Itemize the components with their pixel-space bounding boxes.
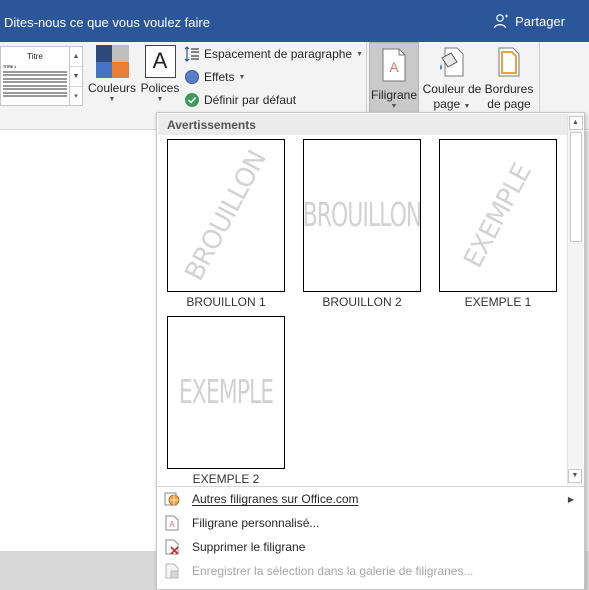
chevron-down-icon: ▼ — [390, 103, 398, 110]
menu-item-save-to-gallery: Enregistrer la sélection dans la galerie… — [158, 559, 584, 583]
effects-icon — [185, 70, 199, 84]
watermark-preview-text: BROUILLON — [179, 145, 273, 286]
chevron-down-icon: ▼ — [238, 73, 246, 81]
style-text-line — [3, 88, 67, 90]
page-borders-label-2: de page — [487, 97, 531, 111]
watermark-tile-brouillon-1[interactable]: BROUILLON BROUILLON 1 — [166, 139, 286, 309]
set-default-button[interactable]: Définir par défaut — [184, 92, 296, 108]
ribbon-separator — [366, 42, 367, 122]
theme-colors-icon — [95, 45, 129, 78]
scroll-down-arrow-icon[interactable]: ▼ — [70, 67, 82, 87]
style-text-line — [3, 91, 67, 94]
fonts-label: Polices — [140, 81, 180, 95]
watermark-dropdown: Avertissements BROUILLON BROUILLON 1 BRO… — [156, 112, 585, 590]
gallery-scrollbar[interactable]: ▲ ▼ — [567, 114, 583, 485]
watermark-gallery: BROUILLON BROUILLON 1 BROUILLON BROUILLO… — [158, 135, 567, 485]
style-heading-text: TITRE 1 — [3, 65, 17, 69]
check-circle-icon — [185, 93, 199, 107]
fonts-button[interactable]: A Polices ▼ — [140, 45, 180, 103]
menu-item-more-watermarks[interactable]: Autres filigranes sur Office.com ▶ — [158, 487, 584, 511]
page-color-label-1: Couleur de — [422, 82, 482, 96]
effects-button[interactable]: Effets ▼ — [184, 69, 245, 85]
theme-fonts-icon: A — [144, 45, 176, 78]
style-text-line — [3, 95, 67, 97]
watermark-menu: Autres filigranes sur Office.com ▶ A Fil… — [158, 486, 584, 583]
menu-item-label: Supprimer le filigrane — [192, 540, 306, 554]
share-button[interactable]: Partager — [493, 13, 565, 29]
style-gallery-scroll[interactable]: ▲ ▼ ▾ — [70, 46, 83, 106]
effects-label: Effets — [204, 70, 235, 84]
scroll-down-icon[interactable]: ▼ — [568, 469, 582, 483]
menu-item-label: Autres filigranes sur Office.com — [192, 492, 359, 506]
scrollbar-thumb[interactable] — [570, 132, 582, 242]
colors-button[interactable]: Couleurs ▼ — [88, 45, 136, 103]
title-bar: Dites-nous ce que vous voulez faire Part… — [0, 0, 589, 42]
page-color-button[interactable]: Couleur de page ▼ — [421, 46, 483, 114]
chevron-down-icon: ▼ — [356, 50, 364, 58]
tell-me-search[interactable]: Dites-nous ce que vous voulez faire — [4, 15, 210, 30]
chevron-down-icon: ▼ — [108, 96, 116, 103]
watermark-caption: BROUILLON 1 — [186, 295, 266, 309]
watermark-caption: EXEMPLE 1 — [464, 295, 532, 309]
watermark-caption: EXEMPLE 2 — [192, 472, 260, 485]
more-styles-icon[interactable]: ▾ — [70, 87, 82, 107]
svg-text:A: A — [169, 520, 175, 529]
menu-item-custom-watermark[interactable]: A Filigrane personnalisé... — [158, 511, 584, 535]
watermark-preview: EXEMPLE — [167, 316, 285, 469]
page-border-icon — [498, 47, 520, 77]
style-text-line — [3, 81, 67, 83]
style-set-gallery[interactable]: Titre TITRE 1 — [0, 46, 70, 106]
style-text-line — [3, 70, 67, 73]
watermark-tile-exemple-2[interactable]: EXEMPLE EXEMPLE 2 — [166, 316, 286, 485]
svg-text:A: A — [389, 59, 399, 75]
style-text-line — [3, 84, 67, 87]
watermark-preview-text: EXEMPLE — [178, 373, 274, 412]
paragraph-spacing-icon — [184, 46, 199, 62]
watermark-tile-brouillon-2[interactable]: BROUILLON BROUILLON 2 — [302, 139, 422, 309]
menu-item-label: Enregistrer la sélection dans la galerie… — [192, 564, 474, 578]
watermark-preview: EXEMPLE — [439, 139, 557, 292]
paragraph-spacing-label: Espacement de paragraphe — [204, 47, 353, 61]
watermark-tile-exemple-1[interactable]: EXEMPLE EXEMPLE 1 — [438, 139, 558, 309]
ribbon-separator — [539, 42, 540, 122]
gallery-section-header: Avertissements — [158, 114, 567, 135]
globe-icon — [164, 492, 180, 506]
page-borders-label-1: Bordures — [484, 82, 534, 96]
menu-item-label: Filigrane personnalisé... — [192, 516, 320, 530]
watermark-preview-text: BROUILLON — [303, 196, 421, 235]
colors-label: Couleurs — [88, 81, 137, 95]
style-title-text: Titre — [27, 52, 43, 61]
chevron-right-icon: ▶ — [567, 494, 574, 504]
save-to-gallery-icon — [165, 563, 179, 579]
scroll-up-icon[interactable]: ▲ — [568, 116, 583, 130]
watermark-preview: BROUILLON — [167, 139, 285, 292]
watermark-preview: BROUILLON — [303, 139, 421, 292]
set-default-label: Définir par défaut — [204, 93, 297, 107]
paragraph-spacing-button[interactable]: Espacement de paragraphe ▼ — [184, 46, 363, 62]
style-text-line — [3, 77, 67, 80]
person-icon — [494, 14, 509, 29]
page-borders-button[interactable]: Bordures de page — [483, 46, 535, 112]
chevron-down-icon: ▼ — [156, 96, 164, 103]
watermark-caption: BROUILLON 2 — [322, 295, 402, 309]
custom-watermark-icon: A — [165, 515, 179, 531]
watermark-label: Filigrane — [370, 88, 418, 102]
share-label: Partager — [515, 13, 565, 29]
paint-bucket-icon — [440, 47, 464, 77]
scroll-up-arrow-icon[interactable]: ▲ — [70, 47, 82, 67]
menu-item-remove-watermark[interactable]: Supprimer le filigrane — [158, 535, 584, 559]
style-text-line — [3, 74, 67, 76]
watermark-preview-text: EXEMPLE — [458, 158, 538, 273]
remove-watermark-icon — [165, 539, 179, 555]
watermark-icon: A — [382, 48, 406, 82]
